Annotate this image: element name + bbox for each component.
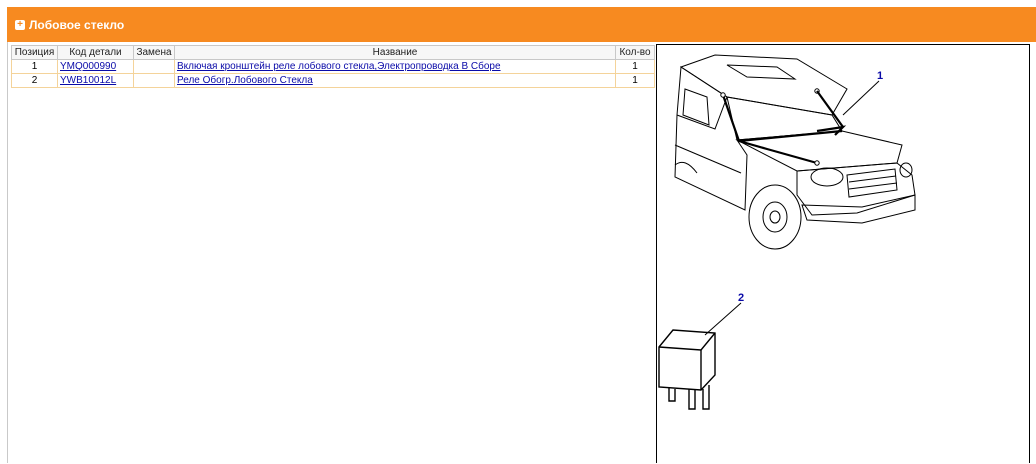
relay-illustration [658, 302, 742, 410]
column-header-position: Позиция [11, 45, 58, 60]
part-code-link[interactable]: YWB10012L [60, 75, 116, 86]
cell-position: 2 [11, 73, 58, 88]
cell-replacement [133, 59, 175, 74]
diagram-svg: 1 2 [658, 54, 916, 410]
column-header-qty: Кол-во [615, 45, 655, 60]
part-code-link[interactable]: YMQ000990 [60, 61, 116, 72]
plus-square-icon[interactable]: + [15, 19, 25, 30]
column-header-replacement: Замена [133, 45, 175, 60]
section-title: Лобовое стекло [29, 17, 125, 32]
column-header-code: Код детали [57, 45, 134, 60]
section-header[interactable]: + Лобовое стекло [7, 7, 1036, 42]
table-header-row: Позиция Код детали Замена Название Кол-в… [11, 45, 655, 60]
cell-qty: 1 [615, 73, 655, 88]
content-frame-border [7, 42, 8, 463]
cell-replacement [133, 73, 175, 88]
part-name-link[interactable]: Включая кронштейн реле лобового стекла,Э… [177, 61, 501, 72]
part-name-link[interactable]: Реле Обогр.Лобового Стекла [177, 75, 313, 86]
table-row: 2 YWB10012L Реле Обогр.Лобового Стекла 1 [11, 73, 655, 88]
parts-diagram: 1 2 [656, 44, 1030, 463]
top-strip [0, 0, 1036, 7]
table-row: 1 YMQ000990 Включая кронштейн реле лобов… [11, 59, 655, 74]
cell-position: 1 [11, 59, 58, 74]
car-illustration [674, 54, 916, 250]
cell-qty: 1 [615, 59, 655, 74]
parts-table: Позиция Код детали Замена Название Кол-в… [11, 45, 655, 88]
callout-label-1[interactable]: 1 [877, 70, 883, 82]
column-header-name: Название [174, 45, 616, 60]
callout-label-2[interactable]: 2 [738, 292, 744, 304]
